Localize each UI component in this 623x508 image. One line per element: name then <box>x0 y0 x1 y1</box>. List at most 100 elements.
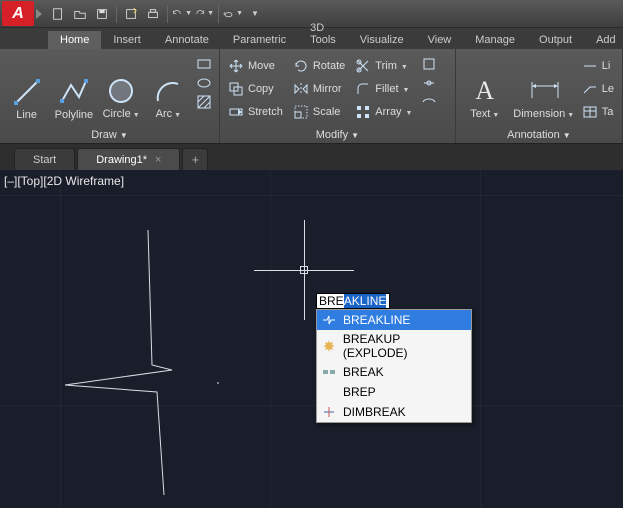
suggestion-breakup[interactable]: BREAKUP (EXPLODE) <box>317 330 471 362</box>
table-icon <box>582 104 598 120</box>
array-icon <box>355 104 371 120</box>
modify-misc1-icon[interactable] <box>420 55 438 73</box>
trim-button[interactable]: Trim ▼ <box>353 55 414 77</box>
tab-insert[interactable]: Insert <box>101 31 153 49</box>
doctab-drawing1-label: Drawing1* <box>96 154 147 166</box>
panel-draw: Line Polyline Circle▼ Arc▼ Draw▼ <box>0 49 220 143</box>
rectangle-icon[interactable] <box>195 55 213 73</box>
close-icon[interactable]: × <box>155 154 161 166</box>
circle-icon <box>105 75 137 107</box>
leader-button[interactable]: Le <box>580 78 616 100</box>
tab-output[interactable]: Output <box>527 31 584 49</box>
breakline-icon <box>321 312 337 328</box>
suggestion-label: BREP <box>343 385 376 399</box>
suggestion-label: BREAKUP (EXPLODE) <box>343 332 467 360</box>
table-button[interactable]: Ta <box>580 101 616 123</box>
arc-icon <box>152 75 184 107</box>
suggestion-dimbreak[interactable]: DIMBREAK <box>317 402 471 422</box>
doctab-add-button[interactable]: + <box>182 148 208 170</box>
stretch-icon <box>228 104 244 120</box>
copy-icon <box>228 81 244 97</box>
suggestion-breakline[interactable]: BREAKLINE <box>317 310 471 330</box>
text-label: Text▼ <box>470 109 499 121</box>
tab-3d-tools[interactable]: 3D Tools <box>298 19 348 49</box>
dimension-button[interactable]: Dimension▼ <box>514 51 574 121</box>
tab-annotate[interactable]: Annotate <box>153 31 221 49</box>
polyline-icon <box>58 76 90 108</box>
move-button[interactable]: Move <box>226 55 285 77</box>
suggestion-label: DIMBREAK <box>343 405 406 419</box>
tab-home[interactable]: Home <box>48 31 101 49</box>
copy-button[interactable]: Copy <box>226 78 285 100</box>
circle-button[interactable]: Circle▼ <box>101 51 142 121</box>
move-label: Move <box>248 60 275 72</box>
plot-icon[interactable] <box>143 4 163 24</box>
trim-icon <box>355 58 371 74</box>
fillet-icon <box>355 81 371 97</box>
leader-label: Le <box>602 83 614 95</box>
panel-draw-title[interactable]: Draw▼ <box>6 127 213 143</box>
polyline-label: Polyline <box>55 110 94 121</box>
scale-button[interactable]: Scale <box>291 101 347 123</box>
app-menu-button[interactable]: A <box>2 1 34 26</box>
panel-modify: Move Copy Stretch Rotate Mirror Scale Tr… <box>220 49 456 143</box>
doctab-start[interactable]: Start <box>14 148 75 170</box>
panel-annotation-title[interactable]: Annotation▼ <box>462 127 616 143</box>
command-input[interactable]: BREAKLINE <box>316 293 390 309</box>
command-typed: BRE <box>319 294 344 308</box>
model-space-canvas[interactable]: [–][Top][2D Wireframe] BREAKLINE BREAKLI… <box>0 170 623 508</box>
linear-label: Li <box>602 60 611 72</box>
hatch-icon[interactable] <box>195 93 213 111</box>
stretch-button[interactable]: Stretch <box>226 101 285 123</box>
linear-button[interactable]: Li <box>580 55 616 77</box>
suggestion-brep[interactable]: BREP <box>317 382 471 402</box>
suggestion-break[interactable]: BREAK <box>317 362 471 382</box>
app-menu-arrow-icon <box>36 9 42 19</box>
polyline-button[interactable]: Polyline <box>53 51 94 121</box>
command-completion: AKLINE <box>344 294 387 308</box>
circle-label: Circle▼ <box>103 109 140 121</box>
trim-label: Trim ▼ <box>375 60 407 72</box>
ellipse-icon[interactable] <box>195 74 213 92</box>
teapot-icon[interactable]: ▼ <box>223 4 243 24</box>
tab-parametric[interactable]: Parametric <box>221 31 298 49</box>
modify-misc2-icon[interactable] <box>420 74 438 92</box>
new-icon[interactable] <box>48 4 68 24</box>
qat-customize-button[interactable]: ▼ <box>245 4 265 24</box>
dimension-icon <box>528 75 560 107</box>
table-label: Ta <box>602 106 614 118</box>
scale-icon <box>293 104 309 120</box>
line-icon <box>11 76 43 108</box>
mirror-button[interactable]: Mirror <box>291 78 347 100</box>
panel-modify-title[interactable]: Modify▼ <box>226 127 449 143</box>
copy-label: Copy <box>248 83 274 95</box>
saveas-icon[interactable] <box>121 4 141 24</box>
fillet-button[interactable]: Fillet ▼ <box>353 78 414 100</box>
rotate-button[interactable]: Rotate <box>291 55 347 77</box>
modify-misc3-icon[interactable] <box>420 93 438 111</box>
line-button[interactable]: Line <box>6 51 47 121</box>
open-icon[interactable] <box>70 4 90 24</box>
tab-addins[interactable]: Add <box>584 31 623 49</box>
doctab-drawing1[interactable]: Drawing1* × <box>77 148 180 170</box>
panel-annotation: A Text▼ Dimension▼ Li Le Ta Annotation▼ <box>456 49 623 143</box>
arc-label: Arc▼ <box>156 109 181 121</box>
tab-view[interactable]: View <box>416 31 464 49</box>
tab-visualize[interactable]: Visualize <box>348 31 416 49</box>
save-icon[interactable] <box>92 4 112 24</box>
stretch-label: Stretch <box>248 106 283 118</box>
blank-icon <box>321 384 337 400</box>
ribbon: Line Polyline Circle▼ Arc▼ Draw▼ <box>0 49 623 144</box>
array-button[interactable]: Array ▼ <box>353 101 414 123</box>
tab-manage[interactable]: Manage <box>463 31 527 49</box>
text-button[interactable]: A Text▼ <box>462 51 508 121</box>
scale-label: Scale <box>313 106 341 118</box>
undo-button[interactable]: ▼ <box>172 4 192 24</box>
break-icon <box>321 364 337 380</box>
arc-button[interactable]: Arc▼ <box>148 51 189 121</box>
redo-button[interactable]: ▼ <box>194 4 214 24</box>
move-icon <box>228 58 244 74</box>
ribbon-tabs: Home Insert Annotate Parametric 3D Tools… <box>0 27 623 49</box>
line-label: Line <box>16 110 37 121</box>
mirror-icon <box>293 81 309 97</box>
